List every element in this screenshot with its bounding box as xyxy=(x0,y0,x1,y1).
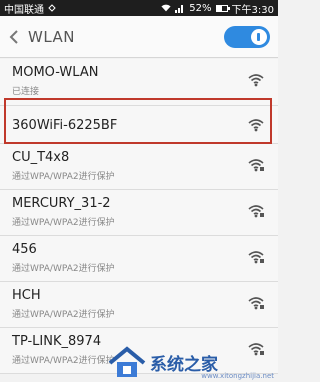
signal-icon xyxy=(175,5,184,13)
network-name: TP-LINK_8974 xyxy=(12,334,102,349)
network-name: 360WiFi-6225BF xyxy=(12,118,118,133)
battery-percent: 52% xyxy=(189,2,212,14)
page-title: WLAN xyxy=(28,27,76,46)
wifi-signal-icon xyxy=(248,251,264,264)
watermark: 系统之家 www.xitongzhijia.net xyxy=(108,342,278,382)
wifi-signal-icon xyxy=(248,297,264,310)
network-item[interactable]: HCH 通过WPA/WPA2进行保护 xyxy=(0,282,278,328)
usb-icon xyxy=(48,4,56,12)
chevron-left-icon xyxy=(9,29,18,44)
network-item[interactable]: MERCURY_31-2 通过WPA/WPA2进行保护 xyxy=(0,190,278,236)
wifi-signal-icon xyxy=(248,74,264,87)
network-name: MOMO-WLAN xyxy=(12,65,99,80)
network-status: 通过WPA/WPA2进行保护 xyxy=(12,218,115,228)
battery-icon xyxy=(215,4,230,12)
network-status: 已连接 xyxy=(12,87,40,97)
status-bar: 中国联通 52% 下午3:30 xyxy=(0,0,278,16)
carrier-name: 中国联通 xyxy=(4,4,44,16)
wifi-signal-icon xyxy=(248,119,264,132)
network-item[interactable]: MOMO-WLAN 已连接 xyxy=(0,59,278,106)
network-name: MERCURY_31-2 xyxy=(12,196,111,211)
app-bar: WLAN xyxy=(0,16,278,58)
back-button[interactable] xyxy=(0,16,28,58)
network-status: 通过WPA/WPA2进行保护 xyxy=(12,356,115,366)
network-status: 通过WPA/WPA2进行保护 xyxy=(12,310,115,320)
watermark-text: 系统之家 xyxy=(150,354,218,375)
wifi-signal-icon xyxy=(248,205,264,218)
network-status: 通过WPA/WPA2进行保护 xyxy=(12,172,115,182)
watermark-url: www.xitongzhijia.net xyxy=(201,372,274,380)
network-name: CU_T4x8 xyxy=(12,150,70,165)
house-logo-icon xyxy=(108,346,146,377)
network-name: 456 xyxy=(12,242,37,257)
network-item[interactable]: 456 通过WPA/WPA2进行保护 xyxy=(0,236,278,282)
network-list: MOMO-WLAN 已连接 360WiFi-6225BF CU_T4x8 通过WPA/W… xyxy=(0,59,278,374)
network-name: HCH xyxy=(12,288,41,303)
wifi-signal-icon xyxy=(248,159,264,172)
clock: 下午3:30 xyxy=(231,4,274,16)
network-item[interactable]: 360WiFi-6225BF xyxy=(0,106,278,144)
network-status: 通过WPA/WPA2进行保护 xyxy=(12,264,115,274)
wifi-status-icon xyxy=(161,4,171,12)
network-item[interactable]: CU_T4x8 通过WPA/WPA2进行保护 xyxy=(0,144,278,190)
wlan-toggle[interactable] xyxy=(224,25,270,48)
